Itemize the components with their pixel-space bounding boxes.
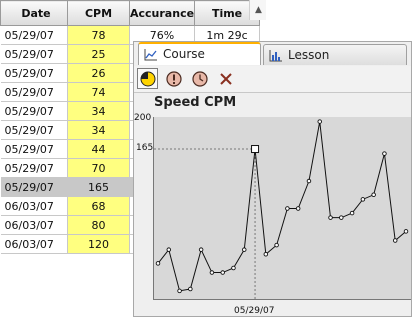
highlight-y-label: 165 <box>136 143 154 154</box>
data-point[interactable] <box>209 270 215 275</box>
cell-date: 05/29/07 <box>0 177 68 197</box>
chart-panel: Course Lesson Speed CPM 200 165 05/29/07 <box>133 41 412 317</box>
cell-date: 06/03/07 <box>0 215 68 235</box>
cell-date: 05/29/07 <box>0 82 68 102</box>
plot-area[interactable] <box>153 117 411 300</box>
cell-cpm: 34 <box>67 101 130 121</box>
data-point[interactable] <box>392 238 398 243</box>
line-chart-icon <box>144 49 157 61</box>
cell-date: 05/29/07 <box>0 63 68 83</box>
data-point[interactable] <box>188 286 193 292</box>
data-point[interactable] <box>349 210 355 216</box>
data-point[interactable] <box>295 206 301 211</box>
highlight-x-label: 05/29/07 <box>234 306 275 316</box>
data-point[interactable] <box>177 288 182 294</box>
table-header: Date CPM Accurance Time <box>0 0 261 26</box>
bar-chart-icon <box>269 50 282 62</box>
alert-button[interactable] <box>163 68 184 89</box>
data-point[interactable] <box>403 229 409 234</box>
chart-title: Speed CPM <box>154 95 237 110</box>
cell-cpm: 34 <box>67 120 130 140</box>
tab-bar: Course Lesson <box>134 42 411 66</box>
data-point[interactable] <box>339 215 344 220</box>
cell-cpm: 80 <box>67 215 130 235</box>
clock-button[interactable] <box>189 68 210 89</box>
data-point[interactable] <box>328 215 333 220</box>
cell-cpm: 26 <box>67 63 130 83</box>
data-point[interactable] <box>231 265 236 271</box>
col-header-cpm[interactable]: CPM <box>67 0 130 26</box>
data-point[interactable] <box>371 192 376 198</box>
tab-course[interactable]: Course <box>138 42 261 65</box>
data-point[interactable] <box>166 247 172 252</box>
cell-date: 06/03/07 <box>0 234 68 254</box>
cell-date: 05/29/07 <box>0 120 68 140</box>
cell-cpm: 78 <box>67 25 130 45</box>
cell-cpm: 44 <box>67 139 130 159</box>
tab-course-label: Course <box>163 47 205 61</box>
cell-cpm: 120 <box>67 234 130 254</box>
cell-cpm: 74 <box>67 82 130 102</box>
speed-gauge-icon <box>140 71 155 86</box>
data-point[interactable] <box>198 247 204 252</box>
data-point[interactable] <box>263 251 269 257</box>
cell-date: 05/29/07 <box>0 139 68 159</box>
cell-date: 05/29/07 <box>0 101 68 121</box>
speed-gauge-button[interactable] <box>137 68 158 89</box>
line-chart <box>154 119 409 300</box>
data-point[interactable] <box>274 242 279 248</box>
series-line <box>157 121 407 292</box>
cell-cpm: 25 <box>67 44 130 64</box>
data-point[interactable] <box>360 197 366 202</box>
data-point[interactable] <box>242 247 247 252</box>
col-header-date[interactable]: Date <box>0 0 68 26</box>
highlight-point[interactable] <box>251 145 260 154</box>
data-point[interactable] <box>382 151 387 156</box>
chart-toolbar <box>134 66 411 93</box>
data-point[interactable] <box>285 206 290 211</box>
close-button[interactable] <box>215 68 236 89</box>
cell-date: 06/03/07 <box>0 196 68 216</box>
data-point[interactable] <box>155 261 161 266</box>
data-point[interactable] <box>317 119 322 124</box>
tab-lesson-label: Lesson <box>288 48 330 62</box>
alert-icon <box>165 70 182 87</box>
cell-cpm: 70 <box>67 158 130 178</box>
cell-date: 05/29/07 <box>0 25 68 45</box>
col-header-accuracy[interactable]: Accurance <box>128 0 196 26</box>
clock-icon <box>191 70 208 87</box>
cell-cpm: 165 <box>67 177 130 197</box>
y-tick-label-max: 200 <box>134 113 152 123</box>
cell-cpm: 68 <box>67 196 130 216</box>
cell-date: 05/29/07 <box>0 44 68 64</box>
close-icon <box>219 72 232 85</box>
tab-lesson[interactable]: Lesson <box>263 44 407 65</box>
data-point[interactable] <box>220 270 225 275</box>
data-point[interactable] <box>306 178 312 184</box>
cell-date: 05/29/07 <box>0 158 68 178</box>
scroll-up-arrow-icon[interactable]: ▲ <box>249 0 266 20</box>
